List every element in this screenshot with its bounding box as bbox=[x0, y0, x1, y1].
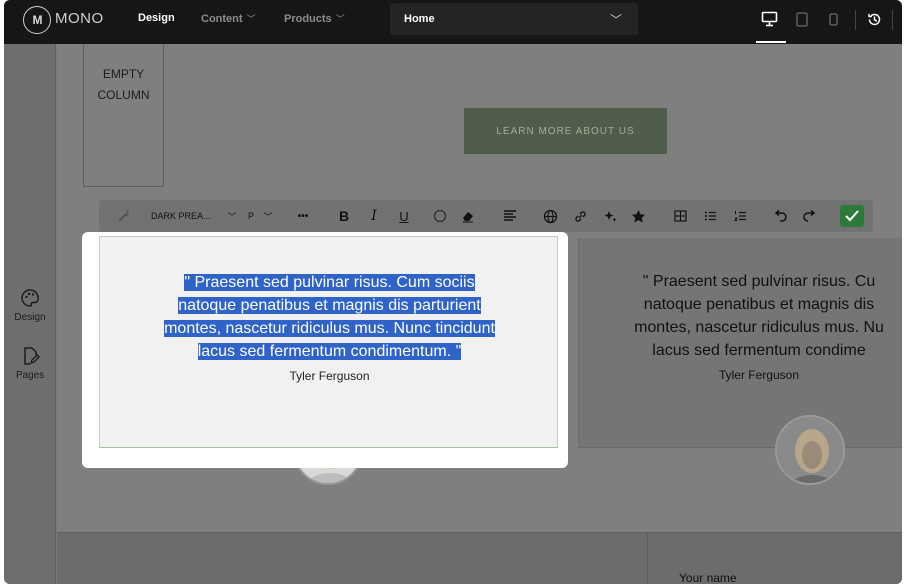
history-icon[interactable] bbox=[864, 10, 884, 28]
page-select[interactable]: Home ﹀ bbox=[390, 3, 638, 35]
left-sidebar: Design Pages bbox=[4, 44, 56, 584]
editing-highlight: " Praesent sed pulvinar risus. Cum socii… bbox=[82, 232, 568, 468]
bold-button[interactable]: B bbox=[335, 200, 353, 232]
empty-column[interactable]: EMPTY COLUMN bbox=[83, 44, 164, 187]
sidebar-item-design[interactable]: Design bbox=[4, 288, 56, 323]
page-select-value: Home bbox=[404, 13, 435, 25]
mobile-icon[interactable] bbox=[826, 10, 840, 28]
divider bbox=[892, 10, 893, 30]
testimonial-card-right[interactable]: " Praesent sed pulvinar risus. Cu natoqu… bbox=[578, 238, 902, 448]
divider bbox=[855, 10, 856, 30]
testimonial-quote[interactable]: " Praesent sed pulvinar risus. Cu natoqu… bbox=[579, 270, 902, 362]
undo-icon[interactable] bbox=[771, 200, 789, 232]
testimonial-author[interactable]: Tyler Ferguson bbox=[579, 368, 902, 382]
sidebar-item-pages[interactable]: Pages bbox=[4, 346, 56, 381]
chevron-down-icon: ﹀ bbox=[335, 14, 345, 24]
selected-text: montes, nascetur ridiculus mus. Nunc tin… bbox=[164, 320, 495, 337]
nav-design-label: Design bbox=[138, 12, 175, 24]
quote-line: " Praesent sed pulvinar risus. Cu bbox=[642, 273, 876, 290]
selected-text: natoque penatibus et magnis dis parturie… bbox=[178, 297, 481, 314]
quote-line: montes, nascetur ridiculus mus. Nunc tin… bbox=[100, 317, 559, 340]
form-section: Your name bbox=[57, 532, 902, 584]
confirm-button[interactable] bbox=[840, 205, 864, 227]
app-window: M MONO Design Content ﹀ Products ﹀ Home ﹀ … bbox=[4, 0, 902, 584]
desktop-icon[interactable] bbox=[758, 10, 780, 28]
nav-design[interactable]: Design bbox=[138, 12, 175, 24]
form-label-name: Your name bbox=[679, 571, 737, 584]
nav-products[interactable]: Products ﹀ bbox=[284, 12, 345, 25]
table-icon[interactable] bbox=[671, 200, 689, 232]
chevron-down-icon: ﹀ bbox=[246, 14, 256, 24]
text-edit-toolbar: DARK PREA... ﹀ P ﹀ ••• B I U bbox=[99, 200, 873, 232]
logo-mark-text: M bbox=[32, 13, 43, 27]
divider bbox=[647, 533, 648, 584]
star-icon[interactable] bbox=[629, 200, 647, 232]
style-select[interactable]: DARK PREA... bbox=[151, 200, 221, 232]
selected-text: lacus sed fermentum condimentum. " bbox=[197, 343, 462, 360]
chevron-down-icon[interactable]: ﹀ bbox=[225, 200, 239, 232]
empty-column-label: EMPTY COLUMN bbox=[97, 67, 150, 102]
chevron-down-icon[interactable]: ﹀ bbox=[261, 200, 275, 232]
check-icon bbox=[845, 210, 859, 222]
quote-line: " Praesent sed pulvinar risus. Cum socii… bbox=[100, 271, 559, 294]
quote-line: natoque penatibus et magnis dis parturie… bbox=[100, 294, 559, 317]
nav-content-label: Content bbox=[201, 12, 243, 25]
redo-icon[interactable] bbox=[801, 200, 819, 232]
testimonial-quote-selected[interactable]: " Praesent sed pulvinar risus. Cum socii… bbox=[100, 271, 559, 363]
tablet-icon[interactable] bbox=[794, 10, 810, 28]
tag-select[interactable]: P bbox=[245, 200, 257, 232]
selected-text: " Praesent sed pulvinar risus. Cum socii… bbox=[184, 274, 475, 291]
palette-icon bbox=[21, 289, 39, 307]
nav-content[interactable]: Content ﹀ bbox=[201, 12, 256, 25]
testimonial-author[interactable]: Tyler Ferguson bbox=[100, 369, 559, 383]
logo-text: MONO bbox=[55, 10, 104, 27]
italic-button[interactable]: I bbox=[365, 200, 383, 232]
quote-line: montes, nascetur ridiculus mus. Nu bbox=[634, 319, 884, 336]
avatar[interactable] bbox=[775, 415, 845, 485]
sparkle-icon[interactable] bbox=[601, 200, 619, 232]
quote-line: natoque penatibus et magnis dis bbox=[643, 296, 875, 313]
text-color-icon[interactable] bbox=[431, 200, 449, 232]
align-left-icon[interactable] bbox=[501, 200, 519, 232]
eraser-icon[interactable] bbox=[459, 200, 477, 232]
tag-select-value: P bbox=[247, 211, 254, 221]
nav-products-label: Products bbox=[284, 12, 332, 25]
top-bar: M MONO Design Content ﹀ Products ﹀ Home ﹀ bbox=[4, 0, 902, 44]
logo-mark[interactable]: M bbox=[23, 6, 51, 34]
active-device-indicator bbox=[756, 41, 786, 43]
magic-wand-icon[interactable] bbox=[113, 200, 135, 232]
sidebar-item-label: Pages bbox=[15, 370, 45, 381]
numbered-list-icon[interactable] bbox=[731, 200, 749, 232]
more-options-button[interactable]: ••• bbox=[291, 200, 315, 232]
page-edit-icon bbox=[24, 347, 40, 365]
style-select-value: DARK PREA... bbox=[151, 211, 211, 221]
chevron-down-icon: ﹀ bbox=[609, 13, 622, 27]
quote-line: lacus sed fermentum condime bbox=[652, 342, 866, 359]
bullet-list-icon[interactable] bbox=[701, 200, 719, 232]
underline-button[interactable]: U bbox=[395, 200, 413, 232]
testimonial-card-left[interactable]: " Praesent sed pulvinar risus. Cum socii… bbox=[99, 236, 558, 448]
sidebar-item-label: Design bbox=[14, 312, 46, 323]
globe-icon[interactable] bbox=[541, 200, 559, 232]
learn-more-button[interactable]: LEARN MORE ABOUT US bbox=[464, 108, 667, 154]
quote-line: lacus sed fermentum condimentum. " bbox=[100, 340, 559, 363]
link-icon[interactable] bbox=[571, 200, 589, 232]
